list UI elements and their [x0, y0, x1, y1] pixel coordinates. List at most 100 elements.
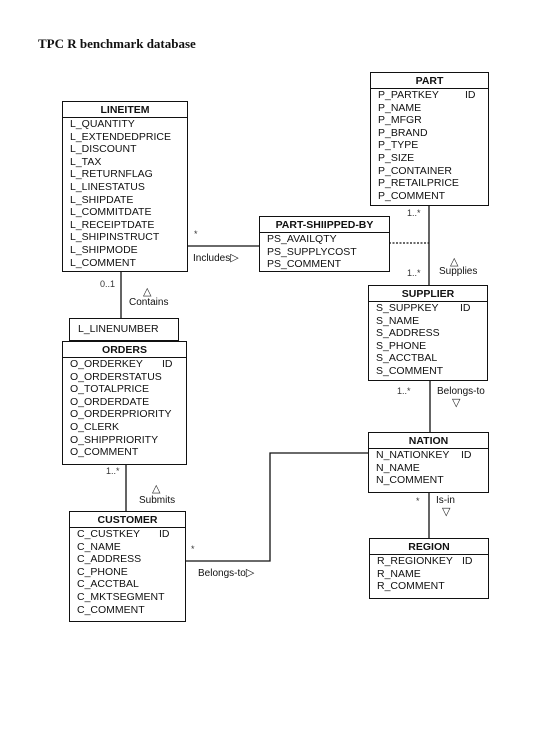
entity-nation-attributes: N_NATIONKEY ID N_NAME N_COMMENT	[369, 449, 488, 489]
attribute: C_COMMENT	[77, 603, 145, 616]
attribute: P_RETAILPRICE	[378, 177, 459, 190]
relationship-label-customer-belongs-to: Belongs-to▷	[198, 566, 254, 579]
attribute: P_NAME	[378, 101, 422, 114]
attribute: C_MKTSEGMENT	[77, 590, 165, 603]
attribute: L_DISCOUNT	[70, 143, 137, 156]
attribute: O_TOTALPRICE	[70, 383, 149, 396]
attribute: L_QUANTITY	[70, 118, 135, 130]
attribute: P_MFGR	[378, 114, 422, 127]
attribute: C_NAME	[77, 540, 121, 553]
attribute: S_ACCTBAL	[376, 352, 438, 365]
attribute: O_SHIPPRIORITY	[70, 433, 159, 446]
attribute: S_COMMENT	[376, 364, 444, 377]
attribute: R_COMMENT	[377, 580, 445, 593]
id-marker: ID	[465, 89, 476, 101]
attribute-primary-key: S_SUPPKEY ID	[376, 302, 487, 315]
entity-region-name: REGION	[370, 539, 488, 555]
entity-lineitem-name: LINEITEM	[63, 102, 187, 118]
multiplicity-orders-submits: 1..*	[106, 466, 120, 476]
entity-customer[interactable]: CUSTOMER C_CUSTKEY ID C_NAME C_ADDRESS C_…	[69, 511, 186, 622]
entity-part[interactable]: PART P_PARTKEY ID P_NAME P_MFGR P_BRAND P…	[370, 72, 489, 206]
entity-nation[interactable]: NATION N_NATIONKEY ID N_NAME N_COMMENT	[368, 432, 489, 493]
relationship-label-supplies: Supplies	[439, 266, 478, 277]
attribute-primary-key: N_NATIONKEY ID	[376, 449, 488, 462]
attribute: P_COMMENT	[378, 189, 446, 202]
attribute-name: S_SUPPKEY	[376, 302, 439, 314]
attribute: S_PHONE	[376, 339, 427, 352]
attribute: R_NAME	[377, 567, 421, 580]
entity-part-shipped-by-attributes: PS_AVAILQTY PS_SUPPLYCOST PS_COMMENT	[260, 233, 389, 273]
attribute: N_COMMENT	[376, 474, 444, 487]
direction-right-icon: ▷	[245, 567, 255, 579]
multiplicity-lineitem-contains: 0..1	[100, 279, 116, 289]
attribute: L_RECEIPTDATE	[70, 218, 155, 231]
attribute: P_SIZE	[378, 151, 415, 164]
attribute: N_NAME	[376, 461, 420, 474]
id-marker: ID	[462, 555, 473, 567]
id-marker: ID	[460, 302, 471, 314]
entity-orders-attributes: O_ORDERKEY ID O_ORDERSTATUS O_TOTALPRICE …	[63, 358, 186, 461]
attribute: L_EXTENDEDPRICE	[70, 130, 171, 143]
entity-lineitem-attributes: L_QUANTITY L_EXTENDEDPRICE L_DISCOUNT L_…	[63, 118, 187, 271]
attribute: L_LINESTATUS	[70, 180, 145, 193]
attribute: C_ACCTBAL	[77, 578, 139, 591]
customer-belongs-to-line	[185, 452, 369, 562]
attribute: P_BRAND	[378, 126, 428, 139]
entity-region[interactable]: REGION R_REGIONKEY ID R_NAME R_COMMENT	[369, 538, 489, 599]
entity-nation-name: NATION	[369, 433, 488, 449]
attribute: L_SHIPDATE	[70, 193, 134, 206]
multiplicity-part-supplies: 1..*	[407, 208, 421, 218]
entity-orders[interactable]: ORDERS O_ORDERKEY ID O_ORDERSTATUS O_TOTA…	[62, 341, 187, 465]
attribute-name: R_REGIONKEY	[377, 555, 453, 567]
id-marker: ID	[162, 358, 173, 370]
qualifier-label: L_LINENUMBER	[78, 323, 159, 335]
relationship-name: Includes	[193, 253, 231, 264]
attribute: P_CONTAINER	[378, 164, 452, 177]
attribute: L_SHIPMODE	[70, 243, 138, 256]
attribute: PS_AVAILQTY	[267, 233, 337, 245]
direction-right-icon: ▷	[230, 252, 239, 264]
attribute: C_PHONE	[77, 565, 128, 578]
attribute-primary-key: O_ORDERKEY ID	[70, 358, 186, 371]
attribute-primary-key: R_REGIONKEY ID	[377, 555, 488, 568]
relationship-name: Belongs-to	[198, 568, 246, 579]
entity-region-attributes: R_REGIONKEY ID R_NAME R_COMMENT	[370, 555, 488, 595]
multiplicity-lineitem-includes: *	[194, 229, 198, 239]
attribute: O_ORDERSTATUS	[70, 370, 162, 383]
entity-customer-name: CUSTOMER	[70, 512, 185, 528]
entity-supplier-name: SUPPLIER	[369, 286, 487, 302]
entity-lineitem[interactable]: LINEITEM L_QUANTITY L_EXTENDEDPRICE L_DI…	[62, 101, 188, 272]
attribute-name: N_NATIONKEY	[376, 449, 450, 461]
attribute-name: P_PARTKEY	[378, 89, 439, 101]
multiplicity-supplier-supplies: 1..*	[407, 268, 421, 278]
attribute: L_COMMENT	[70, 256, 136, 269]
relationship-label-submits: Submits	[139, 495, 176, 506]
attribute-name: O_ORDERKEY	[70, 358, 143, 370]
attribute: O_ORDERDATE	[70, 395, 150, 408]
multiplicity-nation-is-in: *	[416, 496, 420, 506]
relationship-label-is-in: Is-in	[436, 495, 455, 506]
attribute: O_CLERK	[70, 420, 120, 433]
relationship-label-includes: Includes▷	[193, 251, 239, 264]
relationship-label-contains: Contains	[129, 297, 169, 308]
entity-supplier-attributes: S_SUPPKEY ID S_NAME S_ADDRESS S_PHONE S_A…	[369, 302, 487, 380]
id-marker: ID	[159, 528, 170, 540]
attribute: PS_COMMENT	[267, 258, 342, 271]
relationship-label-supplier-belongs-to: Belongs-to	[437, 386, 485, 397]
attribute: O_COMMENT	[70, 446, 139, 459]
entity-supplier[interactable]: SUPPLIER S_SUPPKEY ID S_NAME S_ADDRESS S_…	[368, 285, 488, 381]
direction-down-icon: ▽	[442, 506, 451, 518]
entity-part-shipped-by[interactable]: PART-SHIIPPED-BY PS_AVAILQTY PS_SUPPLYCO…	[259, 216, 390, 272]
attribute: L_RETURNFLAG	[70, 168, 153, 181]
direction-up-icon: △	[152, 483, 161, 495]
attribute-name: C_CUSTKEY	[77, 528, 141, 540]
multiplicity-customer-belongs-to: *	[191, 544, 195, 554]
attribute: S_ADDRESS	[376, 327, 440, 340]
qualifier-l-linenumber[interactable]: L_LINENUMBER	[69, 318, 179, 341]
id-marker: ID	[461, 449, 472, 461]
entity-part-shipped-by-name: PART-SHIIPPED-BY	[260, 217, 389, 233]
attribute: L_TAX	[70, 155, 102, 168]
attribute: L_SHIPINSTRUCT	[70, 231, 160, 244]
attribute-primary-key: C_CUSTKEY ID	[77, 528, 185, 541]
attribute: C_ADDRESS	[77, 553, 142, 566]
